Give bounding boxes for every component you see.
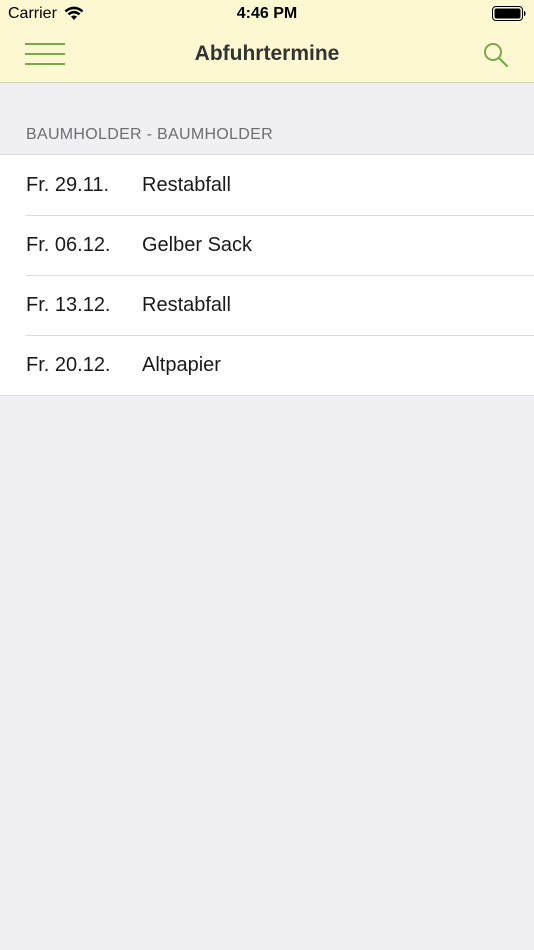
- waste-type: Restabfall: [142, 174, 231, 196]
- list-item[interactable]: Fr. 29.11. Restabfall: [0, 155, 534, 215]
- page-title: Abfuhrtermine: [194, 42, 340, 65]
- search-button[interactable]: [478, 38, 514, 72]
- status-time: 4:46 PM: [236, 5, 298, 22]
- section-header: BAUMHOLDER - BAUMHOLDER: [26, 126, 273, 143]
- navigation-bar: Abfuhrtermine: [0, 28, 534, 82]
- collection-date: Fr. 06.12.: [26, 234, 111, 256]
- status-bar: Carrier 4:46 PM: [0, 0, 534, 28]
- app-header: Carrier 4:46 PM Abfuhrtermine: [0, 0, 534, 83]
- waste-type: Gelber Sack: [142, 234, 253, 256]
- list-item[interactable]: Fr. 13.12. Restabfall: [0, 275, 534, 335]
- collection-date: Fr. 29.11.: [26, 174, 110, 196]
- battery-icon: [492, 6, 526, 21]
- search-icon: [484, 43, 509, 68]
- list-item[interactable]: Fr. 06.12. Gelber Sack: [0, 215, 534, 275]
- list-item[interactable]: Fr. 20.12. Altpapier: [0, 335, 534, 395]
- collection-date: Fr. 13.12.: [26, 294, 111, 316]
- collection-date: Fr. 20.12.: [26, 354, 111, 376]
- waste-type: Restabfall: [142, 294, 231, 316]
- waste-type: Altpapier: [142, 354, 221, 376]
- schedule-list: Fr. 29.11. Restabfall Fr. 06.12. Gelber …: [0, 154, 534, 396]
